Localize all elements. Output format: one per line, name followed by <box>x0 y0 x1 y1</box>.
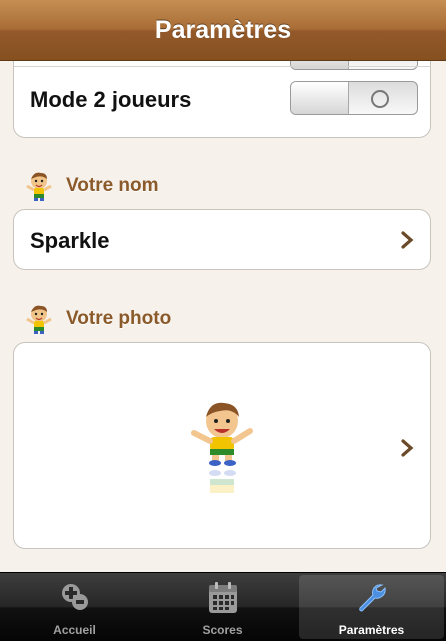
two-player-toggle[interactable] <box>290 81 418 115</box>
photo-section-header: Votre photo <box>24 302 171 336</box>
toggle-off-icon <box>371 90 389 108</box>
kid-avatar-image <box>191 402 253 493</box>
settings-group: Mode 2 joueurs <box>13 61 431 138</box>
calendar-icon <box>208 582 237 613</box>
tab-label: Scores <box>202 623 243 637</box>
toggle-knob <box>291 82 349 114</box>
chevron-right-icon <box>401 231 414 249</box>
photo-section-label: Votre photo <box>66 308 172 329</box>
tab-accueil[interactable]: Accueil <box>2 575 147 639</box>
two-player-label: Mode 2 joueurs <box>30 87 192 112</box>
kid-mascot-icon <box>26 172 52 201</box>
name-section-label: Votre nom <box>66 175 159 196</box>
navigation-bar: Paramètres <box>0 0 446 61</box>
toggle-knob <box>291 61 349 69</box>
tab-label: Accueil <box>53 623 96 637</box>
kid-mascot-icon <box>26 305 52 334</box>
name-value: Sparkle <box>30 228 110 253</box>
name-row[interactable]: Sparkle <box>13 209 431 270</box>
row-divider <box>14 66 430 67</box>
name-section-header: Votre nom <box>24 169 159 203</box>
tab-bar: Accueil Scores Paramètres <box>0 572 446 641</box>
tab-parametres[interactable]: Paramètres <box>299 575 444 639</box>
tab-scores[interactable]: Scores <box>150 575 295 639</box>
settings-scroll-area[interactable]: Mode 2 joueurs Votre nom Sparkle Votre p… <box>0 61 446 572</box>
wrench-icon <box>358 584 386 612</box>
chevron-right-icon <box>401 439 414 457</box>
photo-row[interactable] <box>13 342 431 549</box>
home-plus-icon <box>61 584 88 610</box>
page-title: Paramètres <box>154 15 292 44</box>
tab-label: Paramètres <box>338 623 405 637</box>
